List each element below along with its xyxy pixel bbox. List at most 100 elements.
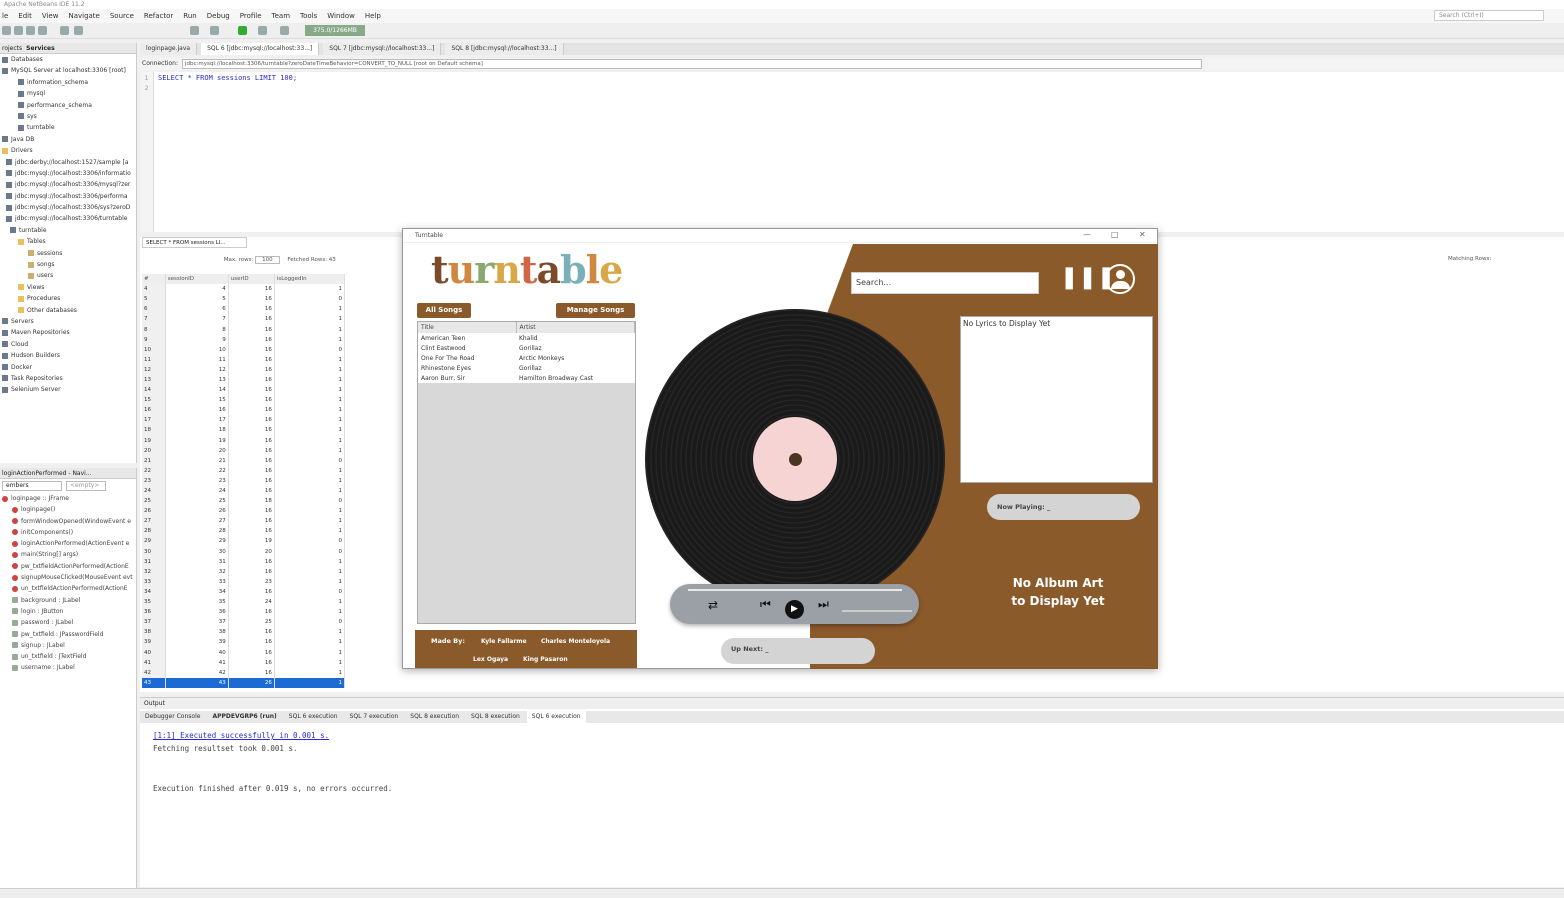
table-cell[interactable]: 20 (165, 445, 229, 456)
menu-item[interactable]: Refactor (144, 9, 173, 23)
table-cell[interactable]: 12 (142, 364, 166, 375)
song-row[interactable]: American Teen Khalid (418, 333, 635, 343)
table-cell[interactable]: 16 (142, 405, 166, 416)
navigator-member[interactable]: pw_txtfield : JPasswordField (0, 629, 136, 640)
table-cell[interactable]: 16 (228, 556, 275, 567)
table-cell[interactable]: 37 (142, 617, 166, 628)
table-cell[interactable]: 9 (165, 334, 229, 345)
table-cell[interactable]: 16 (228, 607, 275, 618)
result-column-header[interactable]: userID (228, 274, 275, 285)
shuffle-icon[interactable]: ⇄ (708, 598, 718, 612)
table-cell[interactable]: 18 (228, 496, 275, 507)
volume-slider[interactable] (842, 610, 912, 612)
output-tab[interactable]: SQL 7 execution (345, 711, 404, 723)
tree-item[interactable]: Tables (0, 236, 136, 247)
previous-icon[interactable]: ⏮ (760, 597, 771, 612)
table-cell[interactable]: 0 (274, 536, 346, 547)
table-cell[interactable]: 16 (228, 506, 275, 517)
tree-item[interactable]: sessions (0, 248, 136, 259)
result-column-header[interactable]: # (142, 274, 166, 285)
tab-projects[interactable]: rojects (2, 43, 22, 53)
table-cell[interactable]: 19 (142, 435, 166, 446)
tree-item[interactable]: songs (0, 259, 136, 270)
memory-indicator[interactable]: 375.0/1266MB (305, 25, 365, 36)
table-cell[interactable]: 18 (142, 425, 166, 436)
table-cell[interactable]: 27 (142, 516, 166, 527)
table-cell[interactable]: 16 (228, 405, 275, 416)
table-cell[interactable]: 16 (228, 284, 275, 295)
table-cell[interactable]: 38 (142, 627, 166, 638)
tree-item[interactable]: Hudson Builders (0, 350, 136, 361)
table-row[interactable]: 21 21 16 0 (142, 455, 346, 466)
output-tab[interactable]: SQL 8 execution (466, 711, 525, 723)
table-cell[interactable]: 25 (165, 496, 229, 507)
song-row[interactable]: Rhinestone Eyes Gorillaz (418, 363, 635, 373)
table-cell[interactable]: 16 (228, 667, 275, 678)
table-cell[interactable]: 36 (142, 607, 166, 618)
tree-item[interactable]: Other databases (0, 305, 136, 316)
new-project-icon[interactable] (14, 26, 23, 35)
table-cell[interactable]: 1 (274, 607, 346, 618)
table-cell[interactable]: 26 (142, 506, 166, 517)
tree-item[interactable]: sys (0, 111, 136, 122)
table-cell[interactable]: 1 (274, 465, 346, 476)
song-cell[interactable]: Arctic Monkeys (516, 353, 635, 363)
navigator-title[interactable]: loginActionPerformed - Navi... (2, 468, 92, 478)
table-cell[interactable]: 19 (228, 536, 275, 547)
table-cell[interactable]: 14 (142, 385, 166, 396)
table-cell[interactable]: 16 (228, 627, 275, 638)
navigator-member[interactable]: login : JButton (0, 606, 136, 617)
table-cell[interactable]: 11 (142, 354, 166, 365)
table-cell[interactable]: 10 (165, 344, 229, 355)
table-cell[interactable]: 1 (274, 334, 346, 345)
table-cell[interactable]: 31 (142, 556, 166, 567)
table-row[interactable]: 5 5 16 0 (142, 294, 346, 305)
table-cell[interactable]: 16 (228, 344, 275, 355)
result-column-header[interactable]: sessionID (165, 274, 229, 285)
output-tab[interactable]: SQL 6 execution (526, 711, 586, 723)
table-cell[interactable]: 34 (165, 586, 229, 597)
table-row[interactable]: 25 25 18 0 (142, 496, 346, 507)
navigator-member[interactable]: formWindowOpened(WindowEvent e (0, 516, 136, 527)
table-row[interactable]: 10 10 16 0 (142, 344, 346, 355)
table-row[interactable]: 32 32 16 1 (142, 566, 346, 577)
table-cell[interactable]: 1 (274, 405, 346, 416)
table-row[interactable]: 15 15 16 1 (142, 395, 346, 406)
table-row[interactable]: 33 33 23 1 (142, 576, 346, 587)
table-cell[interactable]: 15 (165, 395, 229, 406)
table-cell[interactable]: 25 (142, 496, 166, 507)
table-cell[interactable]: 0 (274, 586, 346, 597)
table-cell[interactable]: 16 (228, 314, 275, 325)
table-cell[interactable]: 1 (274, 647, 346, 658)
table-row[interactable]: 29 29 19 0 (142, 536, 346, 547)
new-file-icon[interactable] (2, 26, 11, 35)
run-icon[interactable] (238, 26, 247, 35)
table-row[interactable]: 18 18 16 1 (142, 425, 346, 436)
song-cell[interactable]: Gorillaz (516, 363, 635, 373)
table-cell[interactable]: 20 (142, 445, 166, 456)
song-cell[interactable]: Aaron Burr, Sir (418, 373, 516, 383)
tree-item[interactable]: MySQL Server at localhost:3306 [root] (0, 65, 136, 76)
tree-item[interactable]: jdbc:mysql://localhost:3306/turntable (0, 213, 136, 224)
tree-item[interactable]: Drivers (0, 145, 136, 156)
navigator-member[interactable]: loginActionPerformed(ActionEvent e (0, 538, 136, 549)
table-cell[interactable]: 20 (228, 546, 275, 557)
song-cell[interactable]: Clint Eastwood (418, 343, 516, 353)
table-cell[interactable]: 13 (165, 374, 229, 386)
menu-item[interactable]: Edit (18, 9, 32, 23)
song-cell[interactable]: American Teen (418, 333, 516, 343)
table-cell[interactable]: 16 (228, 657, 275, 668)
table-cell[interactable]: 0 (274, 455, 346, 466)
table-cell[interactable]: 16 (228, 385, 275, 396)
song-cell[interactable]: Hamilton Broadway Cast (516, 373, 635, 383)
table-cell[interactable]: 1 (274, 677, 346, 688)
result-column-header[interactable]: isLoggedIn (274, 274, 346, 285)
table-cell[interactable]: 16 (228, 425, 275, 436)
table-cell[interactable]: 16 (228, 647, 275, 658)
table-row[interactable]: 24 24 16 1 (142, 485, 346, 497)
table-cell[interactable]: 6 (165, 304, 229, 315)
table-row[interactable]: 23 23 16 1 (142, 475, 346, 486)
user-profile-icon[interactable] (1105, 264, 1135, 294)
table-cell[interactable]: 6 (142, 304, 166, 315)
table-cell[interactable]: 38 (165, 627, 229, 638)
